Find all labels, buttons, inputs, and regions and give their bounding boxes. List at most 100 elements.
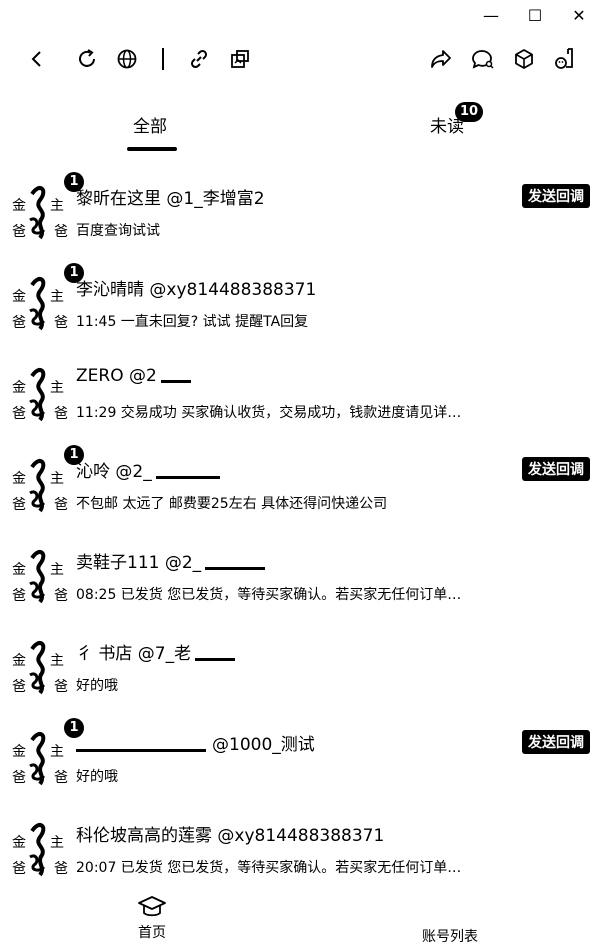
minimize-button[interactable]: — bbox=[482, 6, 500, 26]
conversation-row[interactable]: 金主爸爸 1 李沁晴晴 @xy814488388371 11:45 一直未回复?… bbox=[0, 263, 600, 343]
conversation-row[interactable]: 金主爸爸 ZERO @2 11:29 交易成功 买家确认收货，交易成功，钱款进度… bbox=[0, 354, 600, 434]
user-file-icon[interactable] bbox=[551, 46, 577, 72]
svg-text:金: 金 bbox=[12, 380, 26, 396]
message-preview: 20:07 已发货 您已发货，等待买家确认。若买家无任何订单… bbox=[76, 860, 462, 876]
tab-active-indicator bbox=[127, 147, 177, 151]
globe-icon[interactable] bbox=[114, 46, 140, 72]
close-button[interactable]: ✕ bbox=[570, 6, 588, 26]
svg-text:爸: 爸 bbox=[54, 770, 68, 786]
svg-text:金: 金 bbox=[12, 289, 26, 305]
avatar: 金主爸爸 bbox=[12, 186, 68, 240]
svg-text:主: 主 bbox=[50, 653, 64, 669]
svg-text:主: 主 bbox=[50, 744, 64, 760]
svg-text:爸: 爸 bbox=[12, 315, 26, 331]
svg-text:爸: 爸 bbox=[12, 406, 26, 422]
svg-text:爸: 爸 bbox=[54, 497, 68, 513]
contact-name: 李沁晴晴 @xy814488388371 bbox=[76, 280, 317, 300]
avatar: 金主爸爸 bbox=[12, 550, 68, 604]
avatar: 金主爸爸 bbox=[12, 277, 68, 331]
svg-text:爸: 爸 bbox=[54, 588, 68, 604]
svg-text:主: 主 bbox=[50, 471, 64, 487]
message-preview: 08:25 已发货 您已发货，等待买家确认。若买家无任何订单… bbox=[76, 587, 462, 603]
maximize-button[interactable]: ☐ bbox=[526, 6, 544, 26]
screenshot-icon[interactable] bbox=[227, 46, 253, 72]
link-icon[interactable] bbox=[186, 46, 212, 72]
contact-name: @1000_测试 bbox=[76, 730, 315, 755]
svg-text:爸: 爸 bbox=[12, 497, 26, 513]
svg-text:爸: 爸 bbox=[12, 224, 26, 240]
redacted-text bbox=[205, 557, 266, 570]
send-callback-button[interactable]: 发送回调 bbox=[522, 457, 590, 481]
svg-text:主: 主 bbox=[50, 198, 64, 214]
svg-text:爸: 爸 bbox=[54, 861, 68, 877]
nav-home[interactable]: 首页 bbox=[120, 894, 184, 942]
toolbar-separator bbox=[162, 48, 164, 70]
svg-text:金: 金 bbox=[12, 835, 26, 851]
svg-text:金: 金 bbox=[12, 198, 26, 214]
message-preview: 好的哦 bbox=[76, 678, 118, 694]
conversation-row[interactable]: 金主爸爸 卖鞋子111 @2_ 08:25 已发货 您已发货，等待买家确认。若买… bbox=[0, 536, 600, 616]
back-icon[interactable] bbox=[24, 46, 50, 72]
avatar: 金主爸爸 bbox=[12, 368, 68, 422]
chat-search-icon[interactable] bbox=[470, 46, 496, 72]
svg-text:爸: 爸 bbox=[54, 406, 68, 422]
svg-text:主: 主 bbox=[50, 380, 64, 396]
unread-badge: 1 bbox=[64, 718, 84, 738]
contact-name: 沁呤 @2_ bbox=[76, 457, 220, 482]
redacted-text bbox=[160, 370, 191, 383]
svg-text:爸: 爸 bbox=[12, 861, 26, 877]
svg-text:金: 金 bbox=[12, 653, 26, 669]
send-callback-button[interactable]: 发送回调 bbox=[522, 730, 590, 754]
svg-text:主: 主 bbox=[50, 562, 64, 578]
tab-bar: 全部 未读 10 bbox=[0, 102, 600, 152]
svg-text:爸: 爸 bbox=[54, 224, 68, 240]
avatar: 金主爸爸 bbox=[12, 459, 68, 513]
conversation-row[interactable]: 金主爸爸 科伦坡高高的莲雾 @xy814488388371 20:07 已发货 … bbox=[0, 809, 600, 889]
conversation-row[interactable]: 金主爸爸 1 沁呤 @2_ 不包邮 太远了 邮费要25左右 具体还得问快递公司 … bbox=[0, 445, 600, 525]
svg-text:爸: 爸 bbox=[12, 588, 26, 604]
conversation-row[interactable]: 金主爸爸 1 黎昕在这里 @1_李增富2 百度查询试试 发送回调 bbox=[0, 172, 600, 252]
redacted-text bbox=[195, 648, 236, 661]
contact-name: 彳 书店 @7_老 bbox=[76, 639, 236, 664]
unread-badge: 1 bbox=[64, 172, 84, 192]
contact-name: 科伦坡高高的莲雾 @xy814488388371 bbox=[76, 826, 385, 846]
avatar: 金主爸爸 bbox=[12, 732, 68, 786]
refresh-icon[interactable] bbox=[74, 46, 100, 72]
bottom-nav: 首页 账号列表 bbox=[0, 886, 600, 951]
svg-text:主: 主 bbox=[50, 289, 64, 305]
contact-name: 黎昕在这里 @1_李增富2 bbox=[76, 189, 265, 209]
message-preview: 11:45 一直未回复? 试试 提醒TA回复 bbox=[76, 314, 309, 330]
svg-text:爸: 爸 bbox=[12, 770, 26, 786]
conversation-row[interactable]: 金主爸爸 彳 书店 @7_老 好的哦 bbox=[0, 627, 600, 707]
share-icon[interactable] bbox=[428, 46, 454, 72]
svg-text:主: 主 bbox=[50, 835, 64, 851]
redacted-text bbox=[155, 466, 220, 479]
svg-text:爸: 爸 bbox=[12, 679, 26, 695]
unread-badge: 1 bbox=[64, 445, 84, 465]
message-preview: 11:29 交易成功 买家确认收货，交易成功，钱款进度请见详… bbox=[76, 405, 462, 421]
unread-count-badge: 10 bbox=[455, 102, 484, 122]
avatar: 金主爸爸 bbox=[12, 823, 68, 877]
conversation-row[interactable]: 金主爸爸 1 @1000_测试 好的哦 发送回调 bbox=[0, 718, 600, 798]
nav-account-list[interactable]: 账号列表 bbox=[410, 926, 490, 946]
contact-name: ZERO @2 bbox=[76, 366, 191, 386]
svg-text:金: 金 bbox=[12, 562, 26, 578]
svg-text:金: 金 bbox=[12, 744, 26, 760]
redacted-text bbox=[76, 739, 206, 752]
unread-badge: 1 bbox=[64, 263, 84, 283]
send-callback-button[interactable]: 发送回调 bbox=[522, 184, 590, 208]
cube-icon[interactable] bbox=[511, 46, 537, 72]
avatar: 金主爸爸 bbox=[12, 641, 68, 695]
message-preview: 不包邮 太远了 邮费要25左右 具体还得问快递公司 bbox=[76, 496, 388, 512]
svg-text:金: 金 bbox=[12, 471, 26, 487]
message-preview: 好的哦 bbox=[76, 769, 118, 785]
nav-home-label: 首页 bbox=[138, 925, 166, 941]
message-preview: 百度查询试试 bbox=[76, 223, 160, 239]
contact-name: 卖鞋子111 @2_ bbox=[76, 548, 266, 573]
graduation-cap-icon bbox=[120, 894, 184, 922]
svg-text:爸: 爸 bbox=[54, 315, 68, 331]
toolbar bbox=[0, 44, 600, 74]
svg-text:爸: 爸 bbox=[54, 679, 68, 695]
tab-all[interactable]: 全部 bbox=[133, 112, 167, 137]
window-controls: — ☐ ✕ bbox=[482, 6, 588, 26]
